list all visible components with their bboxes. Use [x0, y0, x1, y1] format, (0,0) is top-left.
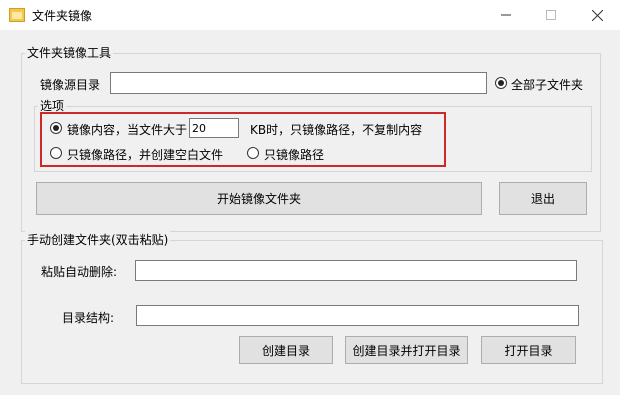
exit-button[interactable]: 退出: [499, 182, 587, 215]
close-button[interactable]: [574, 0, 620, 30]
close-icon: [591, 9, 603, 21]
paste-label: 粘贴自动删除:: [41, 265, 118, 279]
mirror-content-label: 镜像内容，当文件大于: [67, 123, 188, 137]
source-label: 镜像源目录: [40, 78, 101, 92]
minimize-button[interactable]: [483, 0, 529, 30]
start-mirror-button[interactable]: 开始镜像文件夹: [36, 182, 482, 215]
structure-label: 目录结构:: [62, 311, 115, 325]
manual-create-group-label: 手动创建文件夹(双击粘贴): [25, 231, 171, 248]
size-suffix-label: KB时，只镜像路径，不复制内容: [250, 123, 423, 137]
paths-only-radio[interactable]: [247, 147, 259, 159]
all-subfolders-label: 全部子文件夹: [511, 78, 584, 92]
paths-only-label: 只镜像路径: [264, 148, 325, 162]
source-dir-input[interactable]: [110, 72, 487, 94]
title-bar: 文件夹镜像: [0, 0, 620, 30]
maximize-icon: [546, 10, 556, 20]
minimize-icon: [501, 14, 511, 16]
folder-icon: [9, 8, 25, 22]
all-subfolders-radio[interactable]: [495, 77, 507, 89]
mirror-tool-group-label: 文件夹镜像工具: [25, 44, 114, 61]
paths-blank-files-label: 只镜像路径，并创建空白文件: [67, 148, 224, 162]
structure-input[interactable]: [136, 305, 579, 326]
maximize-button[interactable]: [528, 0, 574, 30]
size-threshold-input[interactable]: [189, 118, 239, 138]
window-title: 文件夹镜像: [32, 9, 93, 23]
open-dir-button[interactable]: 打开目录: [481, 336, 576, 364]
paste-input[interactable]: [135, 260, 577, 281]
create-open-dir-button[interactable]: 创建目录并打开目录: [345, 336, 468, 364]
create-dir-button[interactable]: 创建目录: [239, 336, 333, 364]
paths-blank-files-radio[interactable]: [50, 147, 62, 159]
mirror-content-radio[interactable]: [50, 122, 62, 134]
